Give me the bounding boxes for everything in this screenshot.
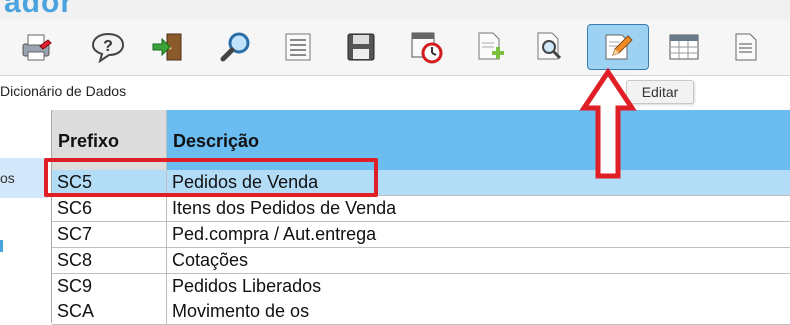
- table-row[interactable]: SCA Movimento de os: [52, 299, 790, 325]
- table-icon: [669, 34, 699, 60]
- svg-text:?: ?: [103, 38, 113, 55]
- left-nav-panel: os: [0, 110, 48, 323]
- column-header-label: Descrição: [173, 131, 260, 151]
- schedule-button[interactable]: [403, 26, 449, 68]
- cell-descricao: Cotações: [172, 250, 249, 270]
- edit-button[interactable]: [587, 24, 649, 70]
- cell-descricao: Itens dos Pedidos de Venda: [172, 198, 397, 218]
- document-icon: [735, 33, 757, 61]
- cell-prefixo: SC8: [57, 250, 93, 270]
- cell-prefixo: SC7: [57, 224, 93, 244]
- preview-button[interactable]: [526, 26, 572, 68]
- exit-door-icon: [152, 33, 182, 61]
- cell-descricao: Movimento de os: [172, 301, 310, 321]
- column-header-label: Prefixo: [58, 131, 120, 151]
- add-button[interactable]: [467, 26, 513, 68]
- left-nav-marker: [0, 240, 3, 252]
- table-row[interactable]: SC8 Cotações: [52, 248, 790, 274]
- print-button[interactable]: [14, 26, 60, 68]
- printer-icon: [22, 34, 52, 61]
- list-view-icon: [285, 33, 311, 61]
- search-button[interactable]: [213, 26, 259, 68]
- arrow-up-icon: [579, 68, 637, 179]
- exit-button[interactable]: [145, 26, 191, 68]
- schedule-icon: [411, 32, 443, 64]
- search-icon: [220, 32, 250, 62]
- toolbar: ?: [0, 20, 790, 76]
- cell-prefixo: SCA: [57, 301, 95, 321]
- cell-descricao: Pedidos Liberados: [172, 276, 322, 296]
- cell-prefixo: SC9: [57, 276, 93, 296]
- table-row[interactable]: SC9 Pedidos Liberados: [52, 274, 790, 300]
- data-grid: Prefixo Descrição SC5 Pedidos de Venda S…: [51, 110, 790, 325]
- highlight-box: [44, 158, 378, 197]
- document-button[interactable]: [723, 26, 769, 68]
- cell-descricao: Ped.compra / Aut.entrega: [172, 224, 377, 244]
- breadcrumb[interactable]: Dicionário de Dados: [0, 83, 126, 99]
- window-title: ador: [4, 0, 74, 19]
- table-row[interactable]: SC6 Itens dos Pedidos de Venda: [52, 196, 790, 222]
- help-button[interactable]: ?: [85, 26, 131, 68]
- left-nav-item-label: os: [0, 170, 15, 186]
- left-nav-item-selected[interactable]: os: [0, 158, 48, 198]
- save-icon: [347, 33, 375, 61]
- save-button[interactable]: [338, 26, 384, 68]
- view-button[interactable]: [275, 26, 321, 68]
- table-button[interactable]: [661, 26, 707, 68]
- table-row[interactable]: SC7 Ped.compra / Aut.entrega: [52, 222, 790, 248]
- edit-icon: [605, 34, 633, 60]
- window-title-bar: ador: [0, 0, 790, 20]
- cell-prefixo: SC6: [57, 198, 93, 218]
- help-icon: ?: [91, 32, 125, 63]
- preview-icon: [537, 32, 562, 60]
- add-document-icon: [478, 32, 504, 60]
